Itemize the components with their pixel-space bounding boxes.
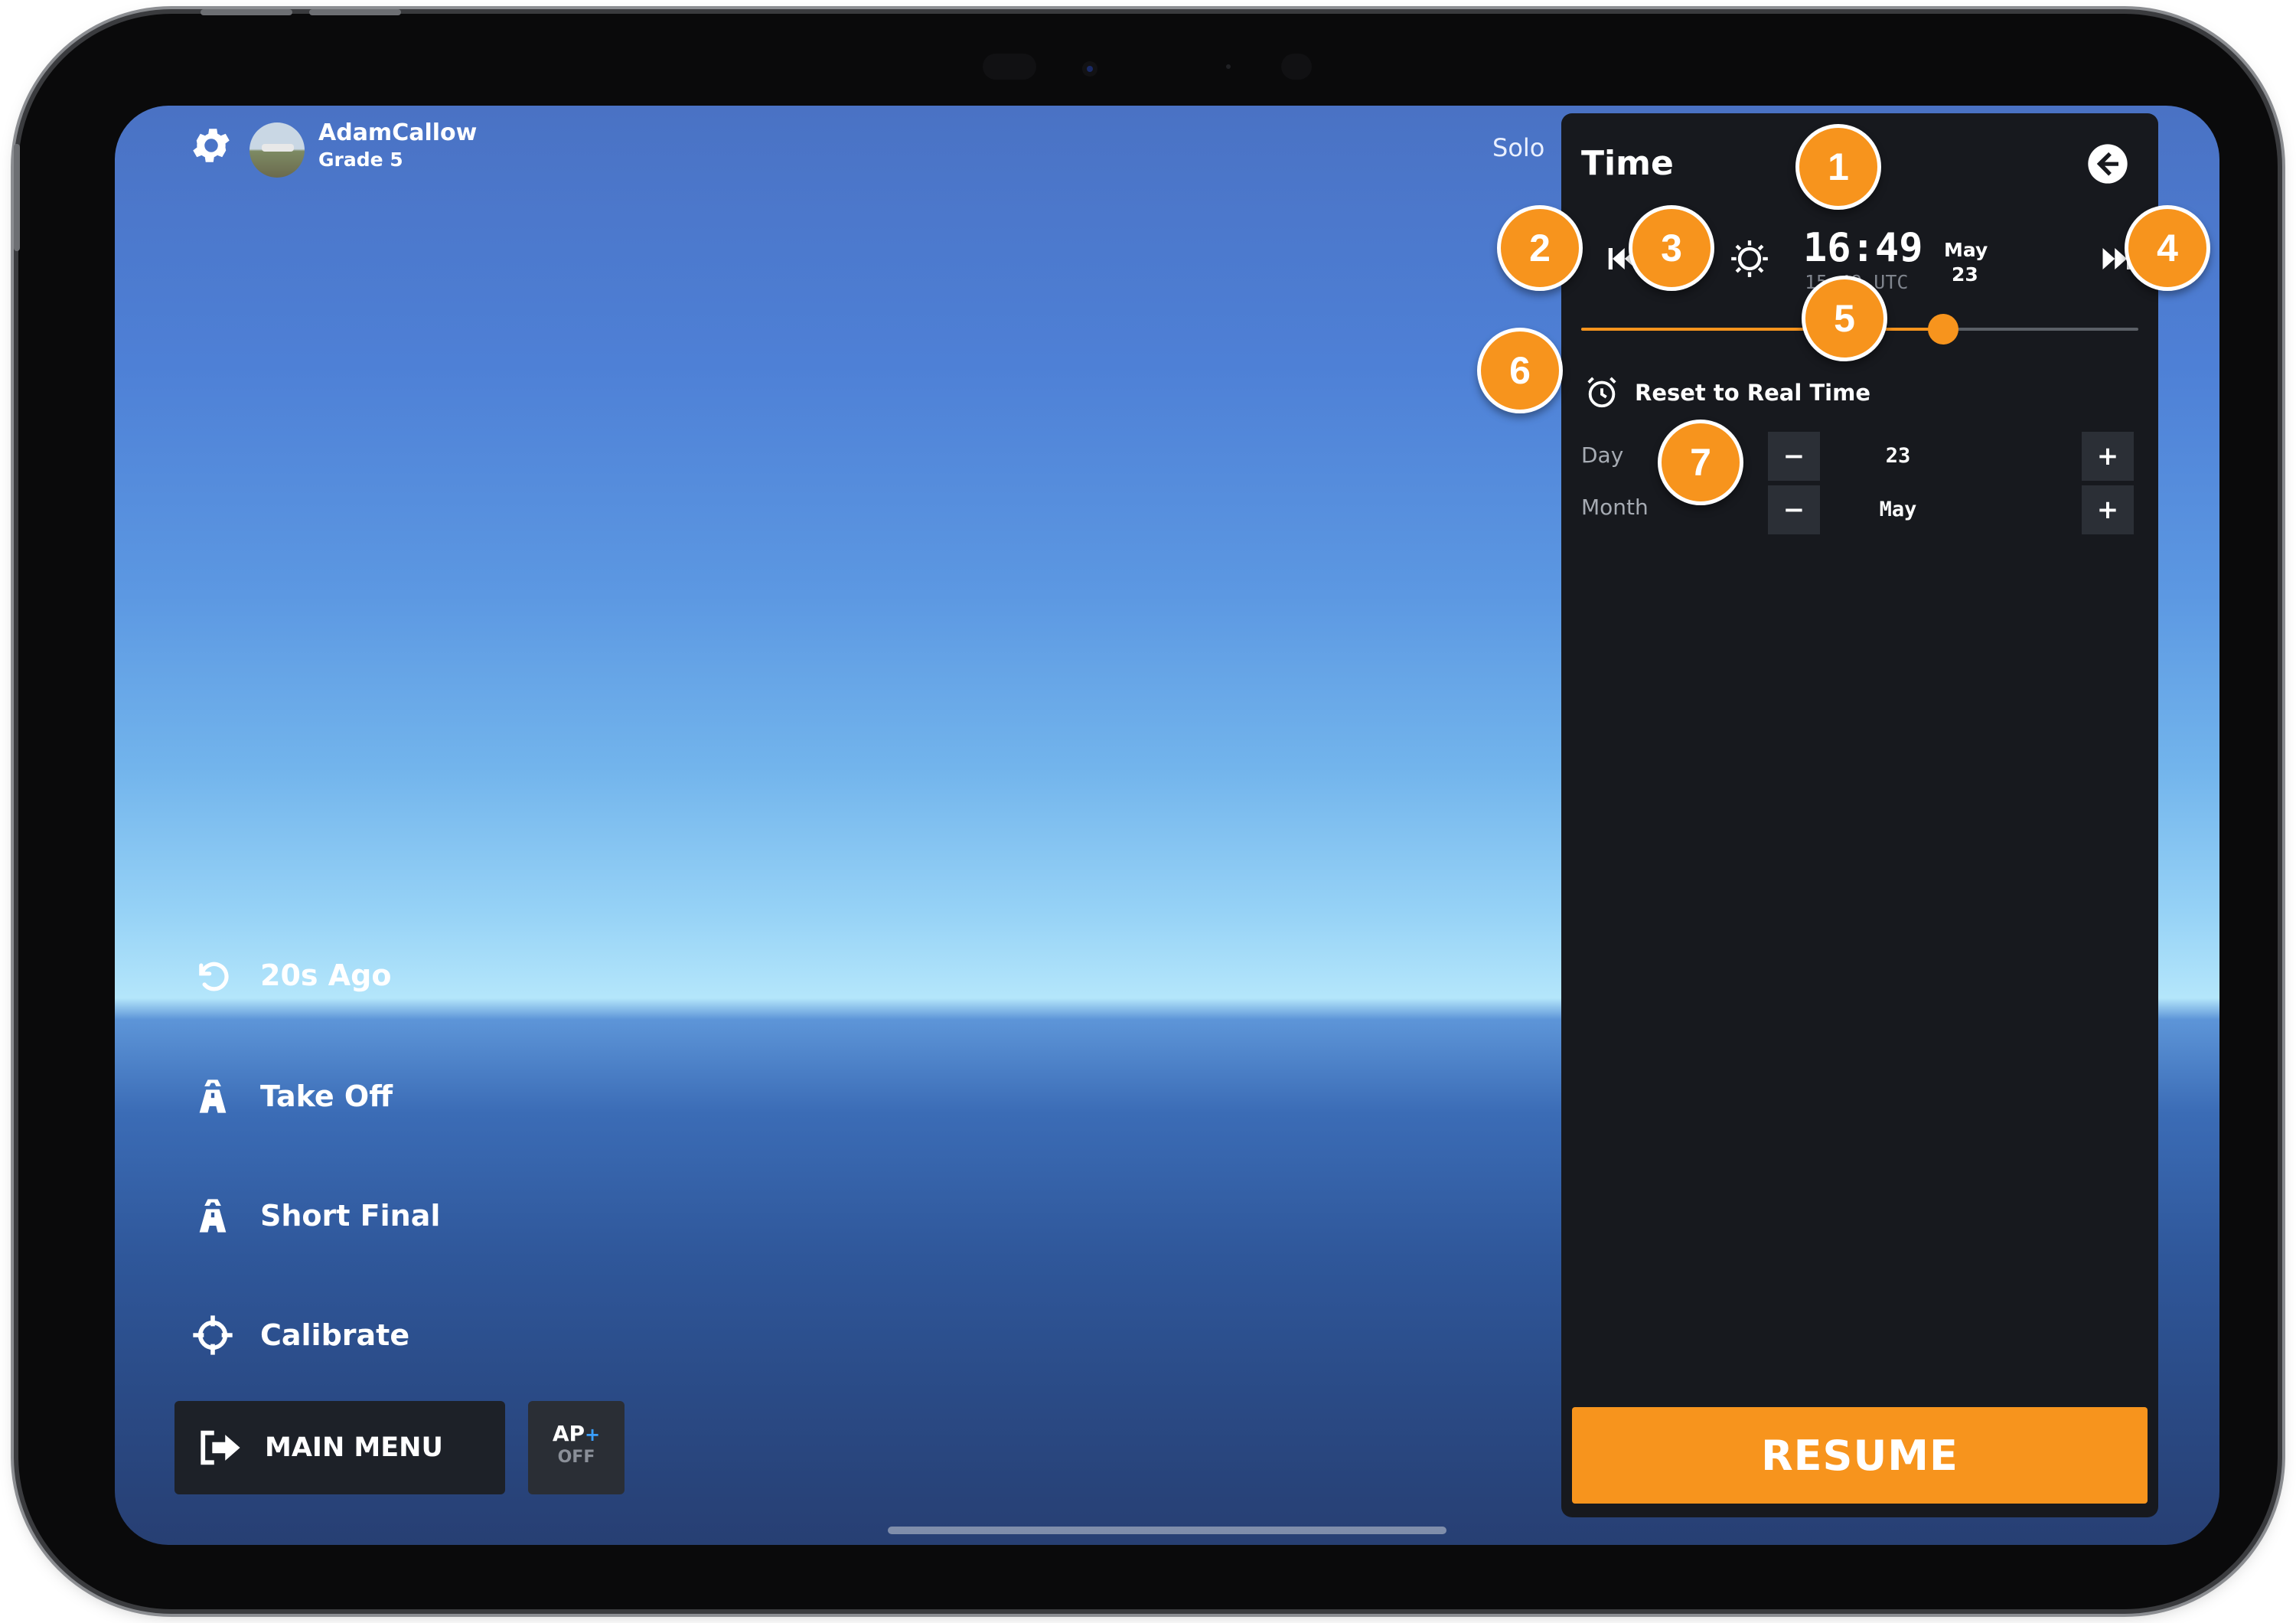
menu-item-label: 20s Ago: [260, 958, 392, 992]
ap-state: OFF: [557, 1448, 595, 1467]
main-menu-label: MAIN MENU: [265, 1432, 443, 1463]
reset-real-time-button[interactable]: Reset to Real Time: [1584, 375, 1870, 410]
back-arrow-icon[interactable]: [2086, 142, 2129, 185]
autopilot-button[interactable]: AP+ OFF: [528, 1401, 625, 1494]
volume-button: [201, 9, 292, 15]
sensor-dot: [1226, 64, 1231, 69]
gear-icon[interactable]: [188, 122, 234, 168]
home-indicator: [888, 1527, 1446, 1534]
volume-button: [309, 9, 401, 15]
day-label: Day: [1581, 442, 1624, 468]
month-value: May: [1879, 498, 1917, 521]
rewind-icon: [188, 951, 237, 1000]
sim-screen: AdamCallow Grade 5 Solo 20s Ago Take Off…: [115, 106, 2219, 1545]
reset-label: Reset to Real Time: [1635, 380, 1870, 406]
day-value: 23: [1885, 444, 1911, 468]
resume-button[interactable]: RESUME: [1572, 1407, 2148, 1504]
date-month: May: [1944, 239, 1988, 261]
day-increment-button[interactable]: +: [2082, 432, 2134, 481]
slider-fill: [1581, 328, 1944, 331]
date-day: 23: [1952, 263, 1978, 286]
mode-label[interactable]: Solo: [1492, 133, 1544, 162]
menu-item-label: Take Off: [260, 1079, 393, 1113]
panel-title: Time: [1581, 144, 1674, 183]
sun-icon[interactable]: [1730, 239, 1769, 279]
callout-5: 5: [1802, 276, 1887, 361]
ap-plus: +: [585, 1424, 601, 1445]
callout-4: 4: [2125, 205, 2210, 291]
main-menu-button[interactable]: MAIN MENU: [174, 1401, 505, 1494]
callout-1: 1: [1795, 124, 1881, 210]
username: AdamCallow: [318, 119, 478, 146]
rewind-20s-button[interactable]: 20s Ago: [188, 951, 391, 1000]
front-camera: [1087, 66, 1093, 72]
take-off-button[interactable]: Take Off: [188, 1072, 393, 1121]
short-final-button[interactable]: Short Final: [188, 1191, 440, 1240]
runway-icon: [188, 1191, 237, 1240]
callout-6: 6: [1477, 328, 1563, 413]
exit-icon: [201, 1430, 240, 1465]
sensor-pill: [983, 54, 1036, 80]
crosshair-icon: [188, 1311, 237, 1360]
avatar[interactable]: [249, 122, 305, 178]
menu-item-label: Calibrate: [260, 1318, 410, 1352]
sensor-pill: [1281, 54, 1312, 80]
callout-7: 7: [1658, 420, 1743, 505]
calibrate-button[interactable]: Calibrate: [188, 1311, 409, 1360]
ap-label: AP: [552, 1421, 585, 1446]
tablet-frame: AdamCallow Grade 5 Solo 20s Ago Take Off…: [14, 9, 2278, 1609]
slider-knob[interactable]: [1928, 314, 1959, 345]
menu-item-label: Short Final: [260, 1199, 441, 1233]
month-increment-button[interactable]: +: [2082, 485, 2134, 534]
power-button: [14, 144, 20, 251]
callout-2: 2: [1497, 205, 1583, 291]
month-label: Month: [1581, 495, 1649, 520]
alarm-clock-icon: [1587, 377, 1616, 408]
runway-icon: [188, 1072, 237, 1121]
local-time: 16:49: [1803, 225, 1923, 271]
user-grade: Grade 5: [318, 149, 403, 171]
callout-3: 3: [1629, 205, 1714, 291]
